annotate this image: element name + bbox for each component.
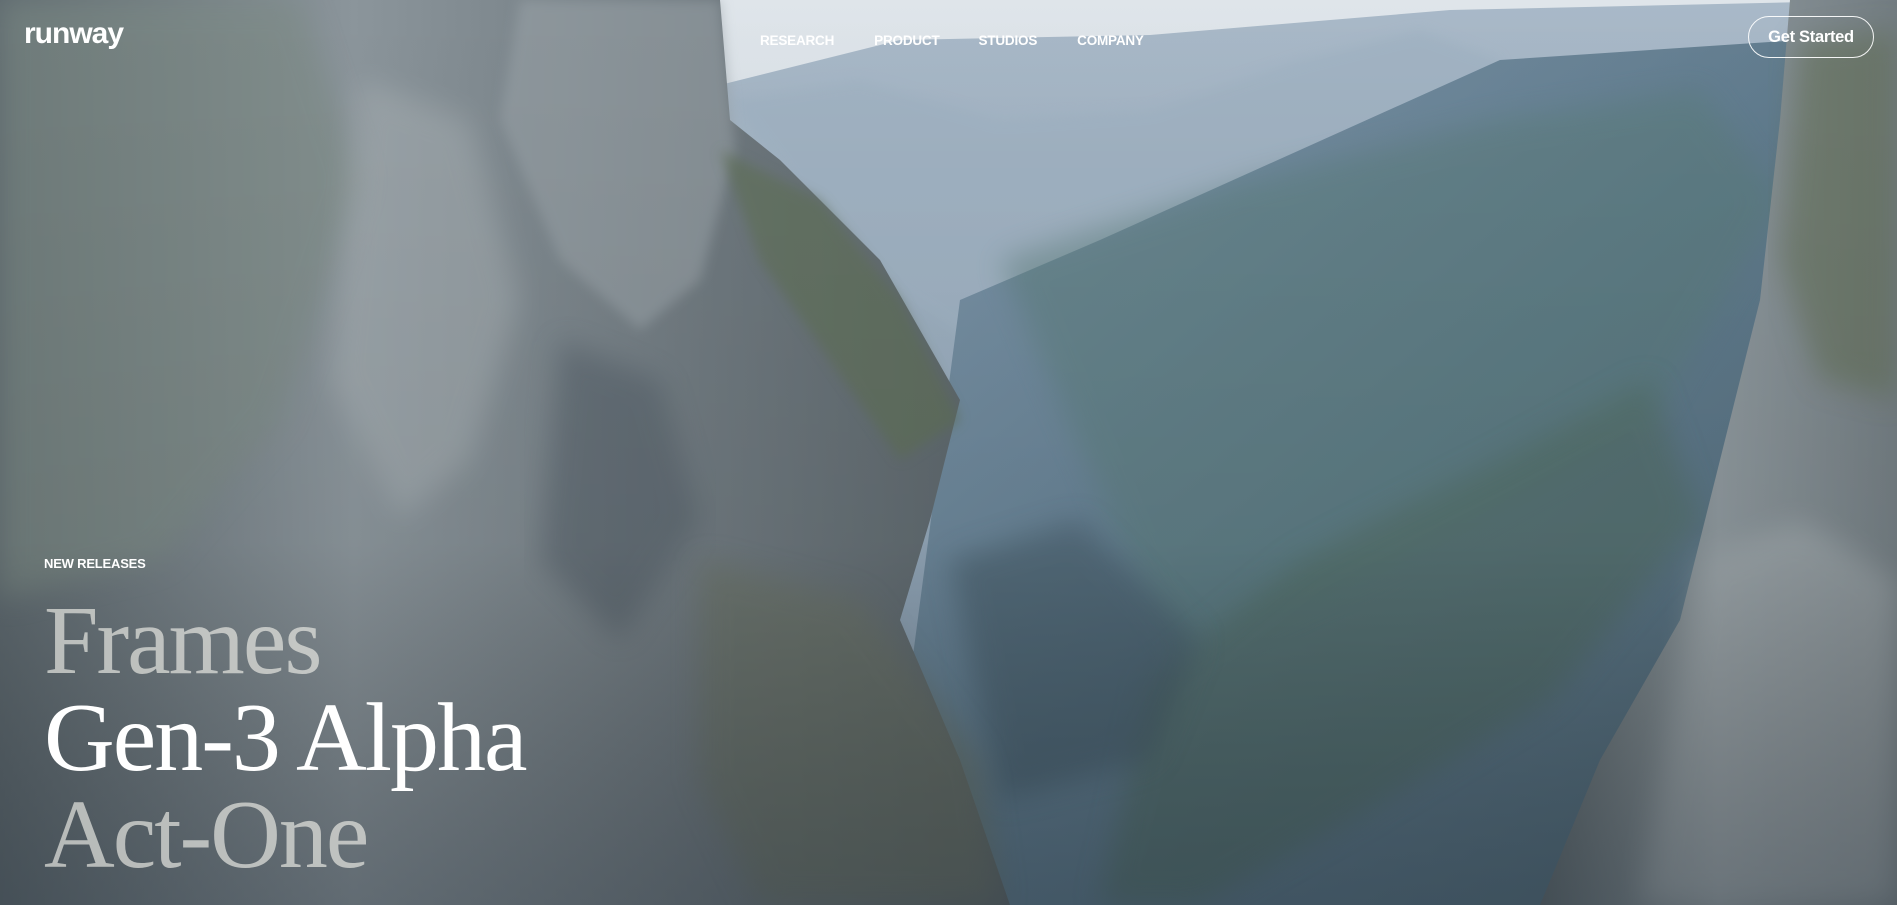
main-nav: RESEARCH PRODUCT STUDIOS COMPANY (760, 33, 1144, 48)
nav-product[interactable]: PRODUCT (874, 33, 940, 48)
nav-company[interactable]: COMPANY (1077, 33, 1144, 48)
nav-research[interactable]: RESEARCH (760, 33, 834, 48)
release-link-frames[interactable]: Frames (44, 592, 322, 690)
get-started-button[interactable]: Get Started (1748, 16, 1874, 58)
new-releases-label: NEW RELEASES (44, 556, 146, 571)
release-link-gen-3-alpha[interactable]: Gen-3 Alpha (44, 689, 527, 787)
release-link-act-one[interactable]: Act-One (44, 786, 369, 884)
hero-section: runway RESEARCH PRODUCT STUDIOS COMPANY … (0, 0, 1897, 905)
runway-logo[interactable]: runway (24, 17, 124, 51)
nav-studios[interactable]: STUDIOS (979, 33, 1038, 48)
